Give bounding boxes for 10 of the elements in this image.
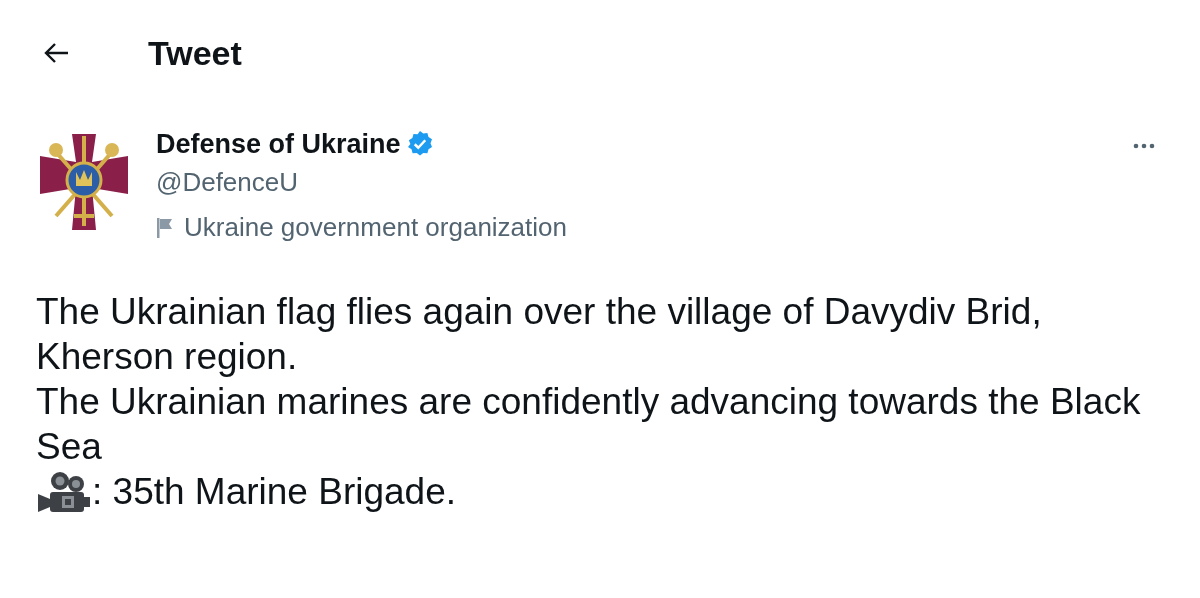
back-arrow-icon[interactable] bbox=[44, 42, 70, 64]
flag-icon bbox=[156, 216, 174, 239]
movie-camera-icon bbox=[36, 470, 92, 514]
tweet-text: The Ukrainian flag flies again over the village of Davydiv Brid, Kherson region. The Ukrainian marines are confidently advancing towards the Black Sea bbox=[36, 290, 1142, 469]
more-options-icon[interactable] bbox=[1132, 142, 1156, 150]
page-title: Tweet bbox=[148, 33, 242, 73]
author-name[interactable]: Defense of Ukraine bbox=[156, 128, 401, 160]
credit-text: : 35th Marine Brigade. bbox=[92, 471, 457, 513]
account-label: Ukraine government organization bbox=[184, 212, 567, 243]
author-handle[interactable]: @DefenceU bbox=[156, 164, 1108, 210]
